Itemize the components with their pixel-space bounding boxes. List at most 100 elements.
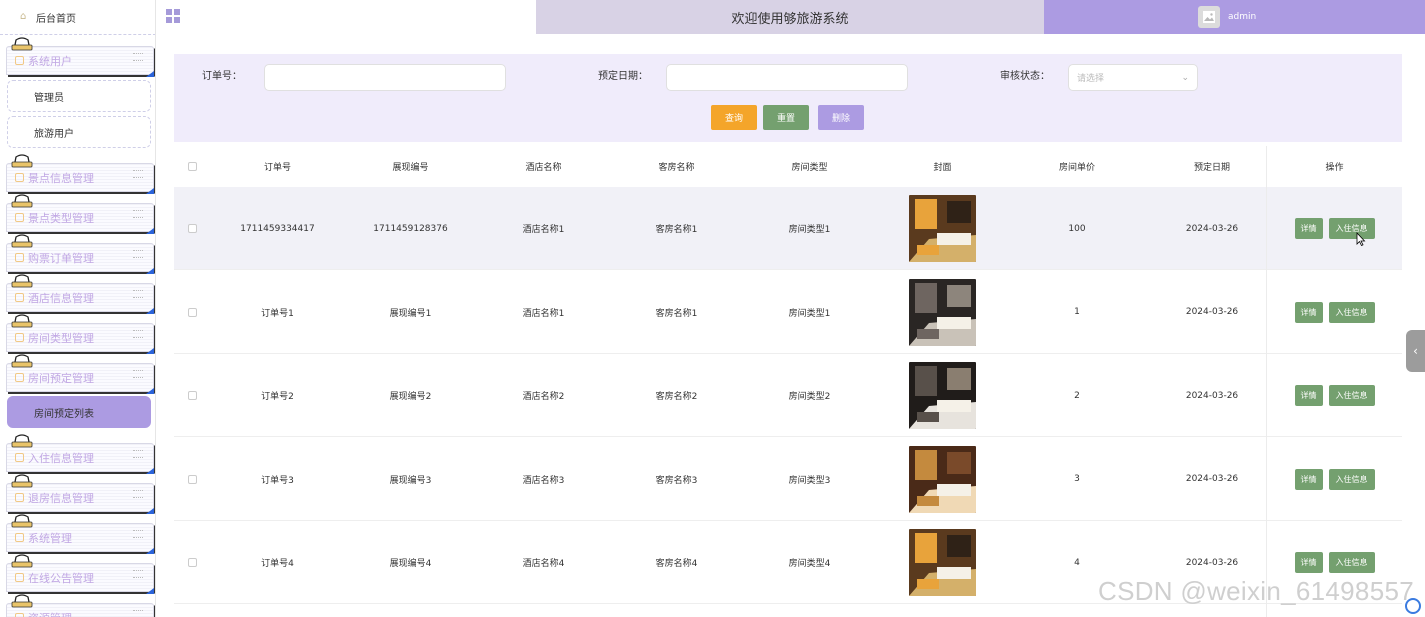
cell-room-type: 房间类型1 [788,225,831,235]
cell-room: 客房名称2 [655,392,698,402]
grip-icon [133,330,143,338]
box-icon [15,253,24,262]
select-all-checkbox[interactable] [187,161,197,171]
cell-room: 客房名称4 [655,559,698,569]
booking-date-input[interactable] [666,64,908,91]
header-left [156,0,536,34]
sidebar-home-link[interactable]: ⌂ 后台首页 [0,0,155,35]
sidebar-group-10[interactable]: 在线公告管理 [6,554,154,594]
menu-grid-icon[interactable] [166,9,180,23]
cover-image[interactable] [909,278,976,346]
detail-button[interactable]: 详情 [1294,218,1323,239]
corner-fold-icon [146,388,154,394]
sidebar-group-label: 系统用户 [28,54,72,68]
table-row[interactable]: 订单号1 展现编号1 酒店名称1 客房名称1 房间类型1 1 2024-03-26 详情 入住信… [174,271,1402,354]
review-status-select[interactable]: 请选择 ⌄ [1068,64,1198,91]
info-icon [15,573,24,582]
box-icon [15,533,24,542]
order-no-input[interactable] [264,64,506,91]
sidebar-group-0[interactable]: 系统用户 [6,37,154,77]
checkin-info-button[interactable]: 入住信息 [1328,468,1375,490]
detail-button[interactable]: 详情 [1294,385,1323,406]
sidebar-group-4[interactable]: 酒店信息管理 [6,274,154,314]
row-checkbox[interactable] [187,307,197,317]
sidebar-group-9[interactable]: 系统管理 [6,514,154,554]
reset-button[interactable]: 重置 [763,105,809,130]
detail-button[interactable]: 详情 [1294,552,1323,573]
cell-room-type: 房间类型1 [788,308,831,319]
row-checkbox[interactable] [187,558,197,567]
query-button[interactable]: 查询 [711,105,757,130]
grip-icon [133,53,143,61]
sidebar-group-11[interactable]: 资源管理 [6,594,154,617]
cell-date: 2024-03-26 [1185,390,1239,401]
sidebar-group-6[interactable]: 房间预定管理 [6,354,154,394]
sidebar-group-label: 购票订单管理 [28,251,94,265]
box-icon [15,293,24,302]
sidebar-group-8[interactable]: 退房信息管理 [6,474,154,514]
table-row[interactable]: 1711459334417 1711459128376 酒店名称1 客房名称1 房间类型… [174,187,1402,270]
cell-show-no: 展现编号3 [389,475,432,486]
col-room: 客房名称 [658,162,695,173]
review-status-label: 审核状态： [1000,71,1050,82]
detail-button[interactable]: 详情 [1294,301,1323,323]
cell-price: 2 [1074,390,1080,401]
order-no-label: 订单号： [202,71,242,82]
cover-image[interactable] [909,529,976,596]
cover-image[interactable] [909,362,976,429]
cell-room-type: 房间类型4 [788,559,831,569]
box-icon [15,453,24,462]
cell-order-no: 订单号1 [261,308,294,319]
col-actions: 操作 [1325,162,1344,173]
sidebar-item-booking-list[interactable]: 房间预定列表 [7,396,151,428]
corner-fold-icon [146,508,154,514]
col-show-no: 展现编号 [392,162,429,173]
sidebar-group-1[interactable]: 景点信息管理 [6,154,154,194]
detail-button[interactable]: 详情 [1294,468,1323,490]
cell-show-no: 1711459128376 [373,223,448,234]
checkin-info-button[interactable]: 入住信息 [1328,301,1375,323]
binder-clip-icon [11,37,33,51]
actions-divider [1266,146,1267,617]
corner-fold-icon [146,71,154,77]
home-icon: ⌂ [20,11,27,22]
row-checkbox[interactable] [187,391,197,400]
cell-hotel: 酒店名称3 [522,475,565,486]
cover-image[interactable] [909,445,976,513]
cover-image[interactable] [909,195,976,262]
col-date: 预定日期 [1193,162,1230,173]
top-header: 欢迎使用够旅游系统 admin [156,0,1425,34]
binder-clip-icon [11,474,33,488]
grip-icon [133,370,143,378]
cell-price: 1 [1074,307,1080,317]
cell-room: 客房名称3 [655,475,698,486]
cell-room: 客房名称1 [655,225,698,235]
sidebar-group-label: 资源管理 [28,610,72,617]
user-area[interactable]: admin [1044,0,1425,34]
grip-icon [133,490,143,498]
sidebar-group-7[interactable]: 入住信息管理 [6,434,154,474]
checkin-info-button[interactable]: 入住信息 [1328,218,1375,239]
delete-button[interactable]: 删除 [818,105,864,130]
sidebar-group-5[interactable]: 房间类型管理 [6,314,154,354]
row-checkbox[interactable] [187,474,197,484]
table-row[interactable]: 订单号3 展现编号3 酒店名称3 客房名称3 房间类型3 3 2024-03-26 详情 入住信… [174,438,1402,521]
sidebar-group-3[interactable]: 购票订单管理 [6,234,154,274]
cell-show-no: 展现编号1 [389,308,432,319]
binder-clip-icon [11,554,33,568]
row-checkbox[interactable] [187,224,197,233]
grip-icon [133,530,143,538]
sidebar-item-admin[interactable]: 管理员 [7,80,151,112]
sidebar-group-label: 房间预定管理 [28,371,94,385]
checkin-info-button[interactable]: 入住信息 [1328,552,1375,573]
collapse-panel-button[interactable]: ‹ [1406,330,1425,372]
col-order-no: 订单号 [263,162,291,173]
sidebar-group-2[interactable]: 景点类型管理 [6,194,154,234]
table-row[interactable]: 订单号2 展现编号2 酒店名称2 客房名称2 房间类型2 2 2024-03-26 详情 入住信… [174,354,1402,437]
box-icon [15,173,24,182]
checkin-info-button[interactable]: 入住信息 [1328,385,1375,406]
col-cover: 封面 [933,162,952,173]
sidebar-home-label: 后台首页 [36,13,76,25]
sidebar-item-travel-user[interactable]: 旅游用户 [7,116,151,148]
grip-icon [133,610,143,617]
